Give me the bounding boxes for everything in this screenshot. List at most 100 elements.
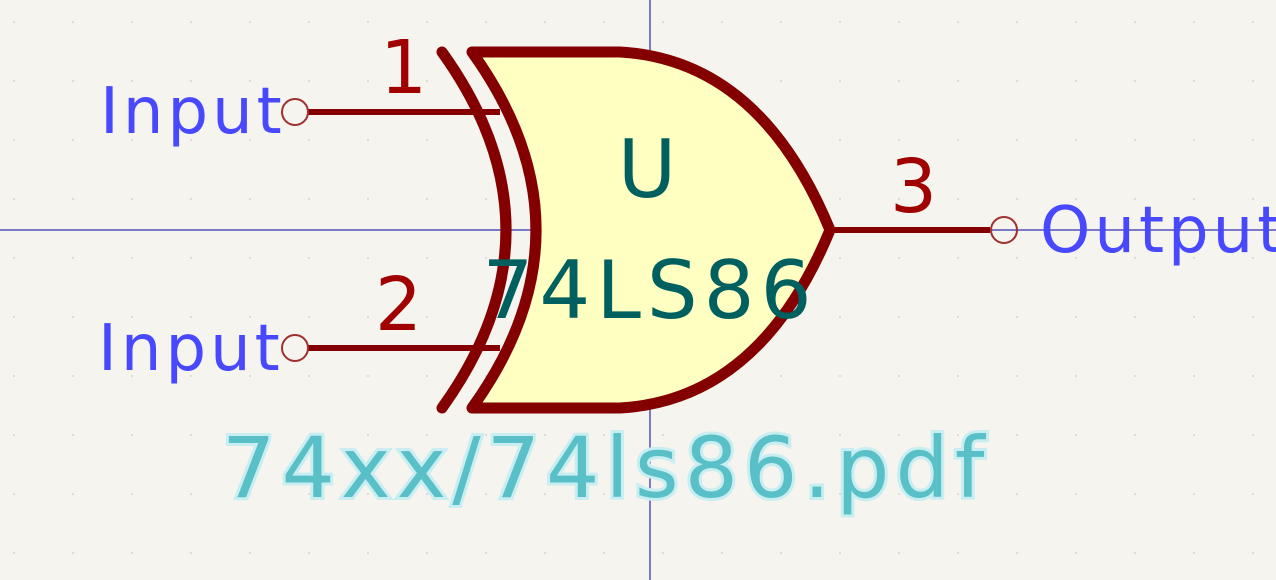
grid-dot: [72, 375, 74, 377]
grid-dot: [72, 257, 74, 259]
grid-dot: [603, 552, 605, 554]
pin-3-name: Output: [1040, 194, 1276, 268]
grid-dot: [1016, 80, 1018, 82]
grid-dot: [1252, 434, 1254, 436]
grid-dot: [1075, 552, 1077, 554]
grid-dot: [1016, 21, 1018, 23]
grid-dot: [1134, 21, 1136, 23]
grid-dot: [544, 552, 546, 554]
value-field[interactable]: 74LS86: [483, 244, 818, 337]
grid-dot: [72, 198, 74, 200]
grid-dot: [957, 257, 959, 259]
grid-dot: [662, 552, 664, 554]
grid-dot: [308, 375, 310, 377]
grid-dot: [839, 80, 841, 82]
pin-1-number: 1: [380, 25, 427, 111]
grid-dot: [1193, 552, 1195, 554]
grid-dot: [131, 198, 133, 200]
grid-dot: [308, 198, 310, 200]
grid-dot: [1016, 375, 1018, 377]
grid-dot: [72, 493, 74, 495]
reference-field[interactable]: U: [618, 123, 683, 216]
grid-dot: [13, 198, 15, 200]
grid-dot: [190, 257, 192, 259]
grid-dot: [426, 139, 428, 141]
grid-dot: [485, 21, 487, 23]
grid-dot: [603, 21, 605, 23]
grid-dot: [13, 375, 15, 377]
grid-dot: [898, 375, 900, 377]
grid-dot: [662, 21, 664, 23]
grid-dot: [898, 316, 900, 318]
pin-endpoint-circle: [281, 98, 309, 126]
grid-dot: [1252, 316, 1254, 318]
pin-2-name: Input: [98, 312, 284, 386]
grid-dot: [898, 21, 900, 23]
grid-dot: [839, 316, 841, 318]
grid-dot: [1075, 493, 1077, 495]
grid-dot: [13, 139, 15, 141]
grid-dot: [780, 552, 782, 554]
grid-dot: [1252, 493, 1254, 495]
grid-dot: [957, 139, 959, 141]
grid-dot: [1075, 375, 1077, 377]
grid-dot: [898, 139, 900, 141]
grid-dot: [1134, 316, 1136, 318]
grid-dot: [426, 552, 428, 554]
grid-dot: [72, 316, 74, 318]
grid-dot: [1075, 139, 1077, 141]
grid-dot: [957, 552, 959, 554]
grid-dot: [190, 493, 192, 495]
grid-dot: [367, 21, 369, 23]
grid-dot: [1193, 375, 1195, 377]
grid-dot: [1193, 139, 1195, 141]
grid-dot: [13, 316, 15, 318]
pin-2-number: 2: [375, 262, 422, 348]
grid-dot: [1193, 493, 1195, 495]
grid-dot: [1075, 80, 1077, 82]
grid-dot: [1075, 21, 1077, 23]
grid-dot: [1252, 552, 1254, 554]
grid-dot: [13, 21, 15, 23]
grid-dot: [1016, 139, 1018, 141]
grid-dot: [1075, 316, 1077, 318]
grid-dot: [898, 552, 900, 554]
grid-dot: [1252, 21, 1254, 23]
grid-dot: [780, 375, 782, 377]
grid-dot: [72, 434, 74, 436]
grid-dot: [72, 139, 74, 141]
grid-dot: [544, 21, 546, 23]
grid-dot: [13, 552, 15, 554]
grid-dot: [1016, 316, 1018, 318]
grid-dot: [1016, 552, 1018, 554]
grid-dot: [308, 552, 310, 554]
grid-dot: [308, 21, 310, 23]
grid-dot: [839, 198, 841, 200]
grid-dot: [1193, 21, 1195, 23]
grid-dot: [190, 434, 192, 436]
grid-dot: [1252, 139, 1254, 141]
grid-dot: [367, 198, 369, 200]
grid-dot: [190, 552, 192, 554]
grid-dot: [131, 552, 133, 554]
grid-dot: [839, 375, 841, 377]
pin-3-number: 3: [890, 144, 937, 230]
grid-dot: [1134, 434, 1136, 436]
grid-dot: [1075, 434, 1077, 436]
grid-dot: [1134, 139, 1136, 141]
grid-dot: [367, 316, 369, 318]
grid-dot: [72, 552, 74, 554]
grid-dot: [367, 552, 369, 554]
grid-dot: [249, 198, 251, 200]
datasheet-field[interactable]: 74xx/74ls86.pdf: [219, 416, 990, 520]
grid-dot: [367, 139, 369, 141]
grid-dot: [190, 198, 192, 200]
grid-dot: [249, 257, 251, 259]
grid-dot: [13, 80, 15, 82]
grid-dot: [957, 21, 959, 23]
grid-dot: [957, 198, 959, 200]
grid-dot: [1016, 257, 1018, 259]
grid-dot: [957, 375, 959, 377]
grid-dot: [839, 257, 841, 259]
grid-dot: [1134, 552, 1136, 554]
